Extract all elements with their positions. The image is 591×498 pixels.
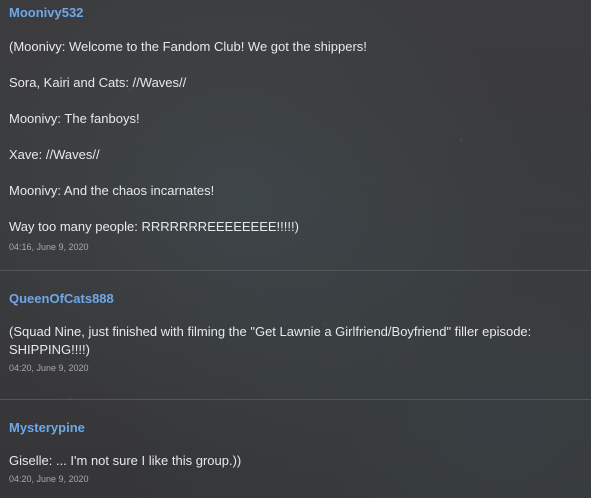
comment-line: Xave: //Waves// — [9, 147, 100, 162]
comment-author-link[interactable]: Mysterypine — [9, 420, 582, 435]
comment-author-link[interactable]: QueenOfCats888 — [9, 291, 582, 306]
comment-timestamp: 04:16, June 9, 2020 — [9, 242, 89, 252]
comment-body: (Moonivy: Welcome to the Fandom Club! We… — [9, 38, 582, 236]
comment-post: QueenOfCats888 (Squad Nine, just finishe… — [0, 271, 591, 400]
comment-post: Moonivy532 (Moonivy: Welcome to the Fand… — [0, 0, 591, 271]
comment-body: (Squad Nine, just finished with filming … — [9, 323, 579, 359]
comment-line: Moonivy: The fanboys! — [9, 111, 140, 126]
comment-line: (Squad Nine, just finished with filming … — [9, 324, 532, 357]
comment-timestamp: 04:20, June 9, 2020 — [9, 363, 89, 373]
comment-line: Way too many people: RRRRRRREEEEEEEE!!!!… — [9, 219, 299, 234]
comment-line: (Moonivy: Welcome to the Fandom Club! We… — [9, 39, 367, 54]
comment-body: Giselle: ... I'm not sure I like this gr… — [9, 452, 582, 470]
comment-post: Mysterypine Giselle: ... I'm not sure I … — [0, 400, 591, 498]
comment-feed: Moonivy532 (Moonivy: Welcome to the Fand… — [0, 0, 591, 498]
comment-author-link[interactable]: Moonivy532 — [9, 5, 582, 20]
comment-line: Sora, Kairi and Cats: //Waves// — [9, 75, 187, 90]
comment-timestamp: 04:20, June 9, 2020 — [9, 474, 89, 484]
comment-line: Moonivy: And the chaos incarnates! — [9, 183, 215, 198]
comment-line: Giselle: ... I'm not sure I like this gr… — [9, 453, 242, 468]
